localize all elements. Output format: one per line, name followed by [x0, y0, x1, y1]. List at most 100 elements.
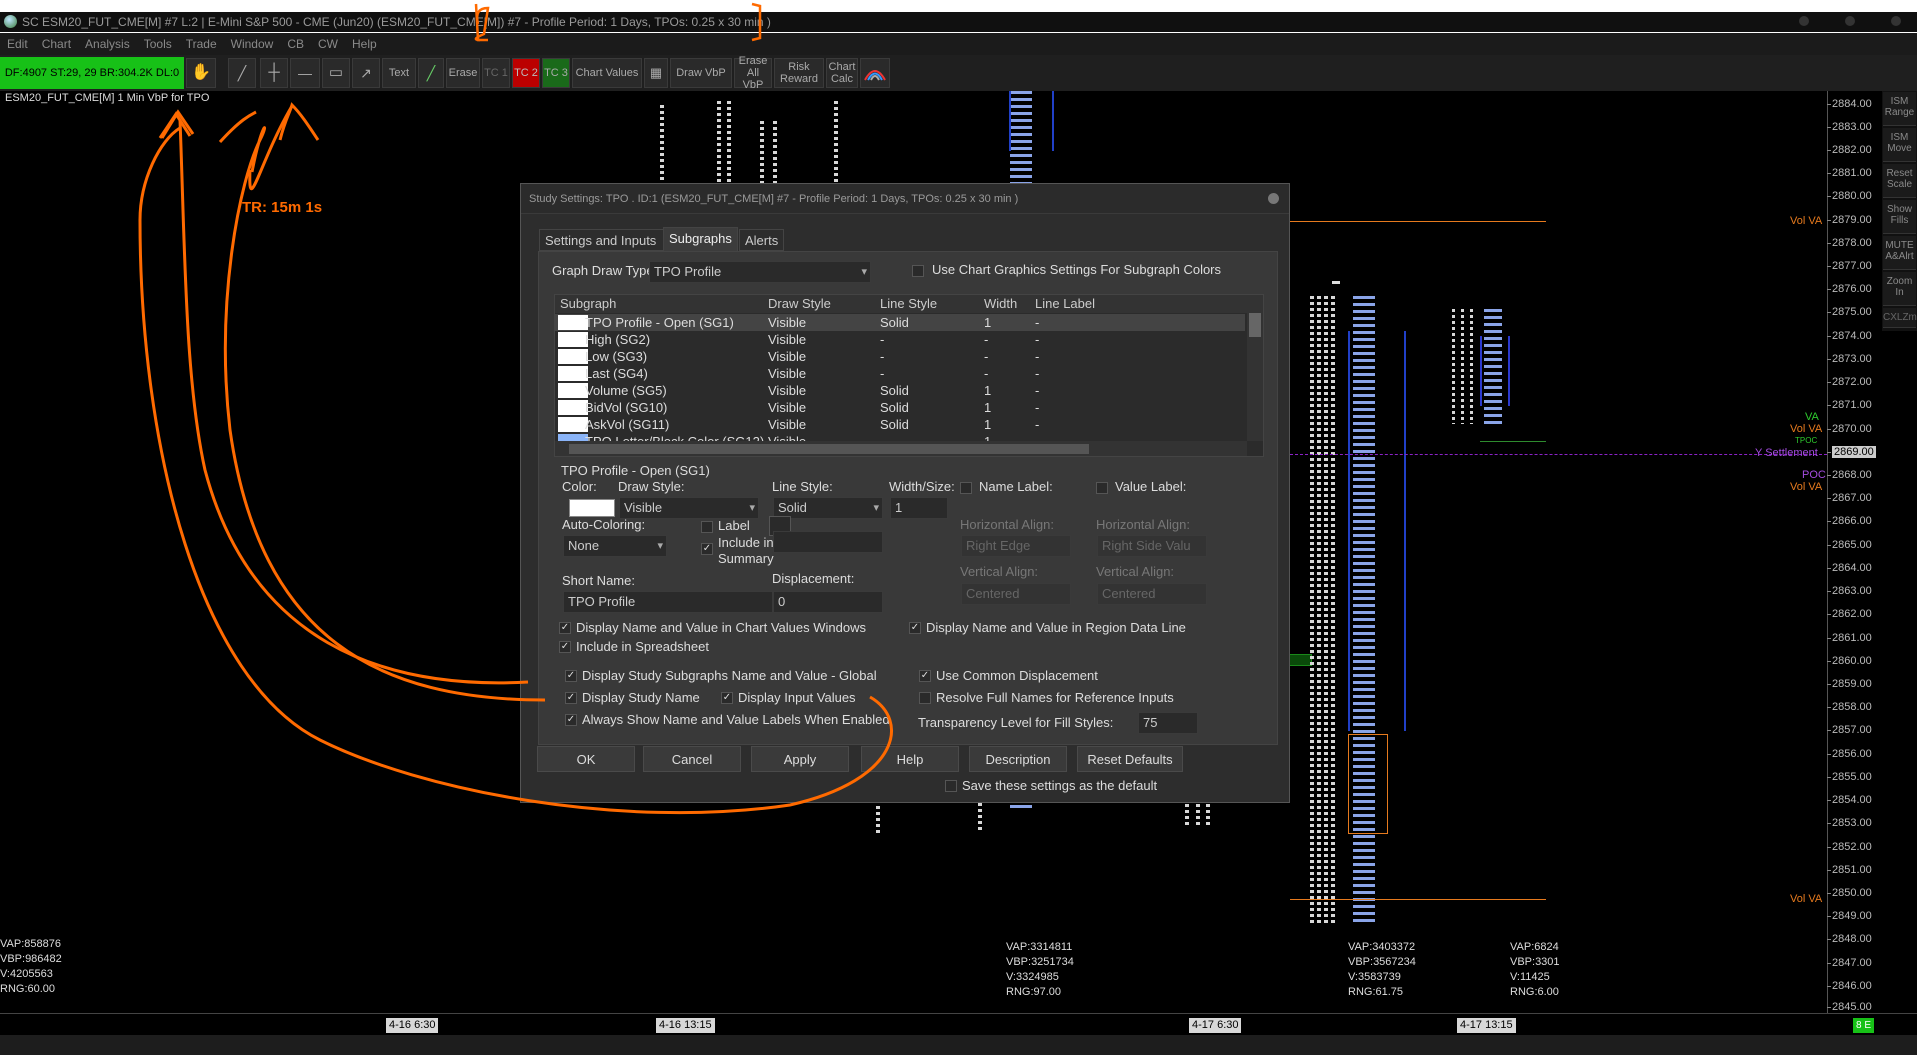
table-row[interactable]: TPO Profile - Open (SG1) Visible Solid 1 -	[555, 314, 1245, 331]
hand-icon: ✋	[191, 64, 211, 81]
maximize-button[interactable]	[1845, 16, 1855, 26]
text-tool-button[interactable]: Text	[382, 58, 416, 88]
time-axis[interactable]: 4-16 6:30 4-16 13:15 4-17 6:30 4-17 13:1…	[0, 1013, 1917, 1035]
row-width: 1	[984, 433, 991, 441]
vertical-align-select-2[interactable]: Centered	[1097, 583, 1207, 605]
short-name-input[interactable]: TPO Profile	[563, 591, 773, 613]
cxlzm-button[interactable]: CXLZm	[1883, 308, 1917, 328]
use-common-displacement-checkbox[interactable]: ✓	[919, 670, 931, 682]
scroll-thumb[interactable]	[1249, 313, 1261, 337]
reset-scale-button[interactable]: Reset Scale	[1883, 164, 1916, 198]
table-horizontal-scrollbar[interactable]	[555, 441, 1247, 456]
stat-v: V:4205563	[0, 968, 53, 980]
chart-values-button[interactable]: Chart Values	[572, 58, 642, 88]
menu-analysis[interactable]: Analysis	[78, 33, 137, 55]
erase-button[interactable]: Erase	[446, 58, 480, 88]
display-study-name-checkbox[interactable]: ✓	[565, 692, 577, 704]
resolve-full-names-checkbox[interactable]	[919, 692, 931, 704]
save-default-checkbox[interactable]	[945, 780, 957, 792]
table-row[interactable]: High (SG2) Visible - - -	[555, 331, 1245, 348]
table-row[interactable]: Low (SG3) Visible - - -	[555, 348, 1245, 365]
menu-chart[interactable]: Chart	[35, 33, 78, 55]
tc3-button[interactable]: TC 3	[542, 58, 570, 88]
menu-trade[interactable]: Trade	[179, 33, 224, 55]
value-label-checkbox[interactable]	[1096, 482, 1108, 494]
rectangle-tool-button[interactable]: ▭	[322, 58, 350, 88]
horizontal-line-button[interactable]: —	[290, 58, 320, 88]
display-chart-values-checkbox[interactable]: ✓	[559, 622, 571, 634]
chart-calc-button[interactable]: Chart Calc	[826, 58, 858, 88]
table-row[interactable]: TPO Letter/Block Color (SG12) Visible - 1 -	[555, 433, 1245, 441]
tab-alerts[interactable]: Alerts	[739, 229, 785, 251]
display-input-values-checkbox[interactable]: ✓	[721, 692, 733, 704]
ism-move-button[interactable]: ISM Move	[1883, 128, 1916, 162]
crosshair-button[interactable]: ┼	[260, 58, 288, 88]
display-region-checkbox[interactable]: ✓	[909, 622, 921, 634]
draw-vbp-button[interactable]: Draw VbP	[670, 58, 732, 88]
menu-tools[interactable]: Tools	[137, 33, 179, 55]
mute-alerts-button[interactable]: MUTE A&Alrt	[1883, 236, 1916, 270]
tab-subgraphs[interactable]: Subgraphs	[663, 227, 738, 252]
menu-cw[interactable]: CW	[311, 33, 345, 55]
tab-settings-and-inputs[interactable]: Settings and Inputs	[539, 229, 679, 251]
table-vertical-scrollbar[interactable]	[1247, 295, 1263, 441]
tc2-button[interactable]: TC 2	[512, 58, 540, 88]
grid-button[interactable]: ▦	[644, 58, 668, 88]
dialog-close-icon[interactable]	[1268, 193, 1279, 204]
display-subgraphs-global-checkbox[interactable]: ✓	[565, 670, 577, 682]
displacement-label: Displacement:	[772, 571, 855, 586]
price-scale[interactable]: 2884.00 2883.00 2882.00 2881.00 2880.00 …	[1827, 91, 1882, 1013]
ray-tool-button[interactable]: ↗	[352, 58, 380, 88]
width-stepper[interactable]: 1	[890, 497, 948, 519]
risk-reward-button[interactable]: Risk Reward	[774, 58, 824, 88]
table-row[interactable]: Last (SG4) Visible - - -	[555, 365, 1245, 382]
zoom-in-button[interactable]: Zoom In	[1883, 272, 1916, 306]
table-row[interactable]: BidVol (SG10) Visible Solid 1 -	[555, 399, 1245, 416]
auto-coloring-select[interactable]: None	[563, 535, 667, 557]
label-text-input[interactable]	[773, 531, 883, 553]
include-spreadsheet-checkbox[interactable]: ✓	[559, 641, 571, 653]
table-row[interactable]: AskVol (SG11) Visible Solid 1 -	[555, 416, 1245, 433]
stats-block-r1: VAP:3403372 VBP:3567234 V:3583739 RNG:61.75	[1348, 940, 1416, 1000]
help-button[interactable]: Help	[861, 746, 959, 772]
show-fills-button[interactable]: Show Fills	[1883, 200, 1916, 234]
close-button[interactable]	[1891, 16, 1901, 26]
name-label-checkbox[interactable]	[960, 482, 972, 494]
ok-button[interactable]: OK	[537, 746, 635, 772]
trendline-color-button[interactable]: ╱	[418, 58, 444, 88]
price-label: 2846.00	[1827, 980, 1872, 992]
line-tool-button[interactable]: ╱	[228, 58, 256, 88]
horizontal-align-select-2[interactable]: Right Side Valu	[1097, 535, 1207, 557]
horizontal-scrollbar[interactable]	[0, 1035, 1917, 1055]
tpo-column	[1310, 296, 1314, 926]
menu-bar: Edit Chart Analysis Tools Trade Window CB CW Hel…	[0, 33, 1917, 55]
row-draw: Visible	[768, 349, 807, 364]
graph-draw-type-select[interactable]: TPO Profile	[649, 261, 871, 283]
rainbow-button[interactable]	[860, 58, 890, 88]
reset-defaults-button[interactable]: Reset Defaults	[1077, 746, 1183, 772]
draw-style-select[interactable]: Visible	[619, 497, 759, 519]
include-summary-checkbox[interactable]: ✓	[701, 543, 713, 555]
menu-window[interactable]: Window	[224, 33, 281, 55]
label-checkbox[interactable]	[701, 521, 713, 533]
color-picker[interactable]	[569, 499, 615, 517]
ism-range-button[interactable]: ISM Range	[1883, 92, 1916, 126]
tc1-button[interactable]: TC 1	[482, 58, 510, 88]
scroll-thumb[interactable]	[569, 444, 1089, 454]
transparency-input[interactable]: 75	[1138, 712, 1198, 734]
menu-help[interactable]: Help	[345, 33, 384, 55]
menu-cb[interactable]: CB	[280, 33, 311, 55]
hand-tool-button[interactable]: ✋	[186, 58, 216, 88]
use-chart-graphics-checkbox[interactable]	[912, 265, 924, 277]
erase-all-vbp-button[interactable]: Erase All VbP	[734, 55, 772, 91]
horizontal-align-select-1[interactable]: Right Edge	[961, 535, 1071, 557]
description-button[interactable]: Description	[969, 746, 1067, 772]
menu-edit[interactable]: Edit	[0, 33, 35, 55]
cancel-button[interactable]: Cancel	[643, 746, 741, 772]
always-show-labels-checkbox[interactable]: ✓	[565, 714, 577, 726]
vertical-align-select-1[interactable]: Centered	[961, 583, 1071, 605]
table-row[interactable]: Volume (SG5) Visible Solid 1 -	[555, 382, 1245, 399]
apply-button[interactable]: Apply	[751, 746, 849, 772]
minimize-button[interactable]	[1799, 16, 1809, 26]
displacement-stepper[interactable]: 0	[773, 591, 883, 613]
